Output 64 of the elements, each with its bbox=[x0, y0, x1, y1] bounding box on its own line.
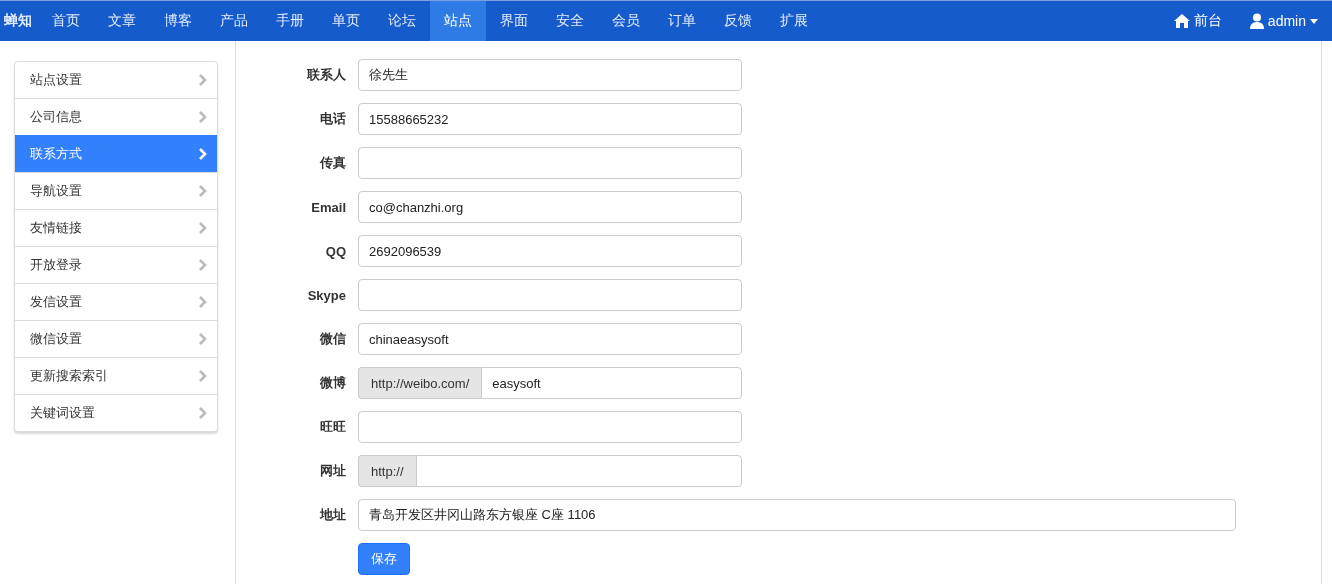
save-button[interactable]: 保存 bbox=[358, 543, 410, 575]
field-label: QQ bbox=[324, 243, 347, 259]
text-field[interactable]: 徐先生 bbox=[358, 59, 742, 91]
text-field[interactable] bbox=[358, 147, 742, 179]
chevron-right-icon bbox=[199, 111, 207, 123]
field-label: 旺旺 bbox=[319, 418, 347, 436]
menu-item[interactable]: 导航设置 bbox=[15, 172, 217, 209]
nav-tab[interactable]: 手册 bbox=[262, 1, 318, 41]
menu-item[interactable]: 更新搜索索引 bbox=[15, 357, 217, 394]
user-menu[interactable]: admin bbox=[1235, 1, 1332, 41]
text-field[interactable] bbox=[415, 455, 742, 487]
text-field[interactable]: chinaeasysoft bbox=[358, 323, 742, 355]
field-label: 微博 bbox=[319, 374, 347, 392]
text-field[interactable]: easysoft bbox=[481, 367, 742, 399]
nav-tab[interactable]: 产品 bbox=[206, 1, 262, 41]
menu-item[interactable]: 微信设置 bbox=[15, 320, 217, 357]
chevron-right-icon bbox=[199, 407, 207, 419]
nav-tab[interactable]: 单页 bbox=[318, 1, 374, 41]
field-label: 地址 bbox=[318, 506, 347, 524]
nav-tab[interactable]: 扩展 bbox=[766, 1, 822, 41]
menu-item[interactable]: 关键词设置 bbox=[15, 394, 217, 431]
nav-tab[interactable]: 博客 bbox=[150, 1, 206, 41]
chevron-right-icon bbox=[199, 259, 207, 271]
menu-item[interactable]: 开放登录 bbox=[15, 246, 217, 283]
home-icon bbox=[1173, 14, 1190, 28]
url-prefix: http:// bbox=[358, 455, 416, 487]
text-field[interactable]: 15588665232 bbox=[358, 103, 742, 135]
chevron-right-icon bbox=[199, 370, 207, 382]
field-label: Skype bbox=[306, 287, 347, 303]
field-label: 网址 bbox=[319, 462, 347, 480]
text-field[interactable]: 2692096539 bbox=[358, 235, 742, 267]
frontend-link[interactable]: 前台 bbox=[1159, 1, 1236, 41]
nav-tab[interactable]: 站点 bbox=[430, 1, 486, 41]
menu-item[interactable]: 站点设置 bbox=[15, 62, 217, 98]
text-field[interactable]: co@chanzhi.org bbox=[358, 191, 742, 223]
chevron-right-icon bbox=[199, 148, 207, 160]
menu-item[interactable]: 发信设置 bbox=[15, 283, 217, 320]
nav-tab[interactable]: 安全 bbox=[542, 1, 598, 41]
nav-tab[interactable]: 会员 bbox=[598, 1, 654, 41]
brand-logo[interactable]: 蝉知 bbox=[0, 1, 38, 41]
chevron-right-icon bbox=[199, 74, 207, 86]
field-label: 联系人 bbox=[306, 66, 347, 84]
text-field[interactable]: 青岛开发区井冈山路东方银座 C座 1106 bbox=[358, 499, 1236, 531]
chevron-right-icon bbox=[199, 222, 207, 234]
url-prefix: http://weibo.com/ bbox=[358, 367, 482, 399]
field-label: 微信 bbox=[319, 330, 347, 348]
caret-icon bbox=[1310, 18, 1318, 24]
menu-item[interactable]: 联系方式 bbox=[15, 135, 217, 172]
nav-tab[interactable]: 文章 bbox=[94, 1, 150, 41]
nav-tab[interactable]: 界面 bbox=[486, 1, 542, 41]
nav-tab[interactable]: 论坛 bbox=[374, 1, 430, 41]
field-label: 电话 bbox=[319, 110, 347, 128]
nav-tab[interactable]: 订单 bbox=[654, 1, 710, 41]
field-label: 传真 bbox=[318, 154, 347, 172]
menu-item[interactable]: 友情链接 bbox=[15, 209, 217, 246]
text-field[interactable] bbox=[358, 411, 742, 443]
chevron-right-icon bbox=[199, 296, 207, 308]
user-icon bbox=[1249, 13, 1264, 29]
text-field[interactable] bbox=[358, 279, 742, 311]
chevron-right-icon bbox=[199, 333, 207, 345]
field-label: Email bbox=[310, 199, 347, 215]
chevron-right-icon bbox=[199, 185, 207, 197]
nav-tab[interactable]: 首页 bbox=[38, 1, 94, 41]
nav-tab[interactable]: 反馈 bbox=[710, 1, 766, 41]
